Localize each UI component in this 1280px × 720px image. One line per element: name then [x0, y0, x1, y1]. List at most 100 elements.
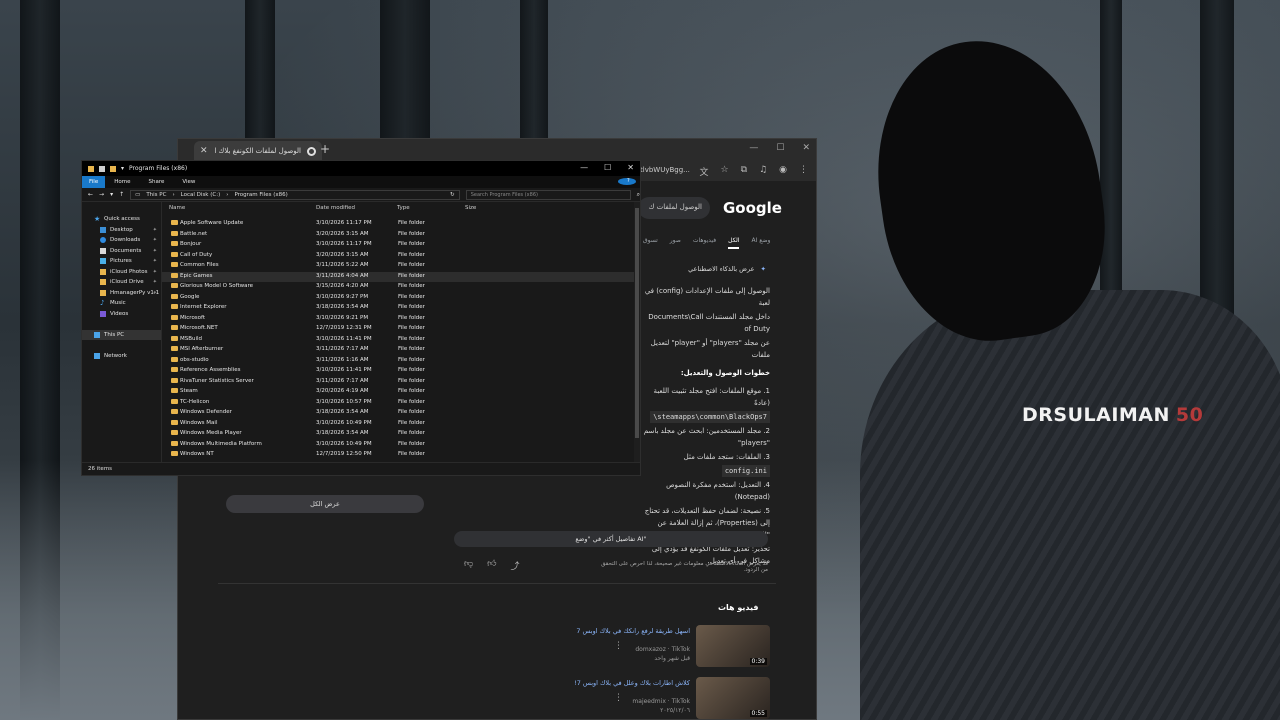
table-row[interactable]: MSBuild 3/10/2026 11:41 PM File folder — [162, 335, 640, 346]
tab-videos[interactable]: فيديوهات — [693, 237, 716, 249]
minimize-icon[interactable]: — — [580, 163, 588, 172]
breadcrumb-program-files[interactable]: Program Files (x86) — [234, 192, 287, 198]
tab-shopping[interactable]: تسوق — [643, 237, 658, 249]
tab-all[interactable]: الكل — [728, 237, 740, 249]
close-icon[interactable]: ✕ — [802, 143, 810, 153]
menu-icon[interactable]: ⋮ — [799, 165, 808, 178]
table-row[interactable]: Microsoft 3/10/2026 9:21 PM File folder — [162, 314, 640, 325]
table-row[interactable]: Microsoft.NET 12/7/2019 12:31 PM File fold… — [162, 324, 640, 335]
extensions-icon[interactable]: ⧉ — [741, 165, 747, 178]
scrollbar-thumb[interactable] — [635, 208, 639, 438]
sidebar-item-documents[interactable]: Documents ✦ — [82, 246, 161, 257]
table-row[interactable]: Windows Multimedia Platform 3/10/2026 10:… — [162, 440, 640, 451]
tab-images[interactable]: صور — [670, 237, 681, 249]
table-row[interactable]: Windows Defender 3/18/2026 3:54 AM File fo… — [162, 408, 640, 419]
up-icon[interactable]: ↑ — [119, 191, 124, 198]
file-type: File folder — [398, 262, 425, 268]
sidebar-item-icloud-photos[interactable]: iCloud Photos ✦ — [82, 267, 161, 278]
breadcrumb-local-disk[interactable]: Local Disk (C:) — [181, 192, 221, 198]
minimize-icon[interactable]: — — [749, 143, 758, 153]
address-bar[interactable]: tlvbWUyBgg... — [640, 166, 690, 174]
chrome-tab[interactable]: الوصول لملفات الكونفغ بلاك اوب... ✕ — [194, 141, 322, 161]
table-row[interactable]: Call of Duty 3/20/2026 3:15 AM File folder — [162, 251, 640, 262]
video-title[interactable]: كلاش اطارات بلاك وعلل في بلاك اوبس 7! — [540, 679, 690, 687]
ribbon-tab-file[interactable]: File — [82, 176, 106, 188]
table-row[interactable]: Reference Assemblies 3/10/2026 11:41 PM Fi… — [162, 366, 640, 377]
column-date-modified[interactable]: Date modified — [316, 205, 355, 211]
table-row[interactable]: Internet Explorer 3/18/2026 3:54 AM File f… — [162, 303, 640, 314]
more-options-icon[interactable]: ⋮ — [614, 693, 623, 703]
table-row[interactable]: Windows NT 12/7/2019 12:50 PM File folder — [162, 450, 640, 461]
sidebar-item-videos[interactable]: Videos — [82, 309, 161, 320]
more-in-ai-mode-button[interactable]: تفاصيل أكثر في "وضع AI" — [454, 531, 768, 547]
help-icon[interactable]: ? — [618, 178, 636, 185]
translate-icon[interactable]: 文 — [700, 165, 709, 178]
thumbs-down-icon[interactable]: 👎︎ — [464, 559, 473, 572]
table-row[interactable]: Epic Games 3/11/2026 4:04 AM File folder — [162, 271, 640, 282]
sidebar-item-hmanagerpy[interactable]: HmanagerPy v1.1 ✦ — [82, 288, 161, 299]
table-row[interactable]: Bonjour 3/10/2026 11:17 PM File folder — [162, 240, 640, 251]
table-row[interactable]: Common Files 3/11/2026 5:22 AM File folder — [162, 261, 640, 272]
sidebar-item-icloud-drive[interactable]: iCloud Drive ✦ — [82, 277, 161, 288]
google-logo[interactable]: Google — [723, 199, 782, 217]
properties-icon[interactable] — [99, 165, 105, 172]
table-row[interactable]: Glorious Model O Software 3/15/2026 4:20 … — [162, 282, 640, 293]
tab-close-icon[interactable]: ✕ — [200, 146, 208, 156]
video-title[interactable]: اسهل طريقة لرفع رانكك في بلاك اوبس 7 — [540, 627, 690, 635]
column-size[interactable]: Size — [465, 205, 476, 211]
ribbon-tab-share[interactable]: Share — [139, 179, 173, 185]
maximize-icon[interactable]: ☐ — [604, 163, 611, 172]
share-icon[interactable]: ⤴ — [511, 559, 520, 572]
video-result[interactable]: 0:39 اسهل طريقة لرفع رانكك في بلاك اوبس … — [538, 625, 770, 667]
new-folder-icon[interactable] — [110, 165, 116, 172]
sidebar-item-this-pc[interactable]: This PC — [82, 329, 161, 340]
folder-icon — [171, 262, 178, 267]
column-name[interactable]: Name — [169, 205, 185, 211]
table-row[interactable]: MSI Afterburner 3/11/2026 7:17 AM File fol… — [162, 345, 640, 356]
column-type[interactable]: Type — [397, 205, 410, 211]
address-bar[interactable]: ▭ This PC › Local Disk (C:) › Program Fi… — [130, 189, 460, 200]
back-icon[interactable]: ← — [88, 191, 93, 198]
bookmark-star-icon[interactable]: ☆ — [721, 165, 729, 178]
sidebar-item-desktop[interactable]: Desktop ✦ — [82, 225, 161, 236]
thumbs-up-icon[interactable]: 👍︎ — [487, 559, 496, 572]
table-row[interactable]: obs-studio 3/11/2026 1:16 AM File folder — [162, 356, 640, 367]
sidebar-item-pictures[interactable]: Pictures ✦ — [82, 256, 161, 267]
ribbon-tab-view[interactable]: View — [173, 179, 204, 185]
dropdown-icon[interactable]: ▾ — [121, 165, 124, 172]
video-result[interactable]: 0:55 كلاش اطارات بلاك وعلل في بلاك اوبس … — [538, 677, 770, 719]
sidebar-item-downloads[interactable]: Downloads ✦ — [82, 235, 161, 246]
profile-icon[interactable]: ◉ — [779, 165, 787, 178]
table-row[interactable]: RivaTuner Statistics Server 3/11/2026 7:1… — [162, 377, 640, 388]
search-icon[interactable]: ⌕ — [637, 191, 640, 199]
show-all-button[interactable]: عرض الكل — [226, 495, 424, 513]
search-input[interactable]: الوصول لملفات ك — [638, 197, 710, 219]
close-icon[interactable]: ✕ — [627, 163, 634, 172]
ribbon-tab-home[interactable]: Home — [105, 179, 139, 185]
maximize-icon[interactable]: ☐ — [776, 143, 784, 153]
table-row[interactable]: TC-Helicon 3/10/2026 10:57 PM File folder — [162, 398, 640, 409]
media-icon[interactable]: ♫ — [759, 165, 767, 178]
video-thumbnail[interactable]: 0:55 — [696, 677, 770, 719]
table-row[interactable]: Windows Mail 3/10/2026 10:49 PM File folde… — [162, 419, 640, 430]
refresh-icon[interactable]: ↻ — [450, 192, 455, 198]
forward-icon[interactable]: → — [99, 191, 104, 198]
table-row[interactable]: Apple Software Update 3/10/2026 11:17 PM F… — [162, 219, 640, 230]
table-row[interactable]: Steam 3/20/2026 4:19 AM File folder — [162, 387, 640, 398]
sidebar-item-network[interactable]: Network — [82, 351, 161, 362]
sidebar-item-music[interactable]: ♪ Music — [82, 298, 161, 309]
breadcrumb-this-pc[interactable]: This PC — [146, 192, 166, 198]
video-thumbnail[interactable]: 0:39 — [696, 625, 770, 667]
sidebar-item-quick-access[interactable]: ★ Quick access — [82, 214, 161, 225]
more-options-icon[interactable]: ⋮ — [614, 641, 623, 651]
new-tab-icon[interactable]: + — [320, 142, 330, 156]
recent-locations-icon[interactable]: ▾ — [110, 191, 113, 198]
table-row[interactable]: Google 3/10/2026 9:27 PM File folder — [162, 293, 640, 304]
table-row[interactable]: Battle.net 3/20/2026 3:15 AM File folder — [162, 230, 640, 241]
search-input[interactable]: Search Program Files (x86) — [465, 189, 631, 200]
table-row[interactable]: Windows Media Player 3/18/2026 3:54 AM Fil… — [162, 429, 640, 440]
tab-ai-mode[interactable]: وضع AI — [751, 237, 770, 249]
vertical-scrollbar[interactable] — [634, 202, 640, 462]
file-type: File folder — [398, 377, 425, 384]
